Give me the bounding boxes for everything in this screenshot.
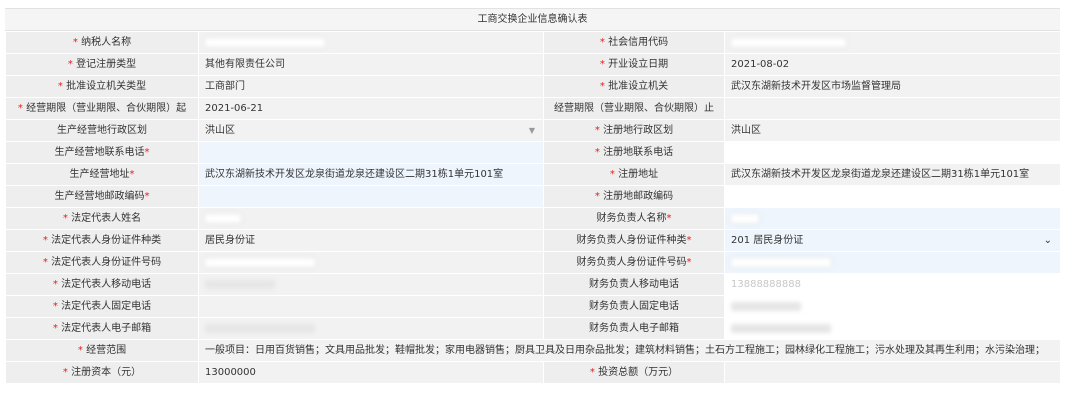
label-finance-head-name: 财务负责人名称* [543, 207, 725, 230]
label-registered-district: * 注册地行政区划 [543, 119, 725, 142]
business-phone-input[interactable] [198, 141, 544, 164]
table-row: 生产经营地址* 武汉东湖新技术开发区龙泉街道龙泉还建设区二期31栋1单元101室… [5, 163, 1061, 186]
table-row: * 登记注册类型 其他有限责任公司 * 开业设立日期 2021-08-02 [5, 53, 1061, 76]
form-frame: 工商交换企业信息确认表 * 纳税人名称 * 社会信用代码 * 登记注册类型 其他… [0, 0, 1080, 407]
label-taxpayer-name: * 纳税人名称 [5, 31, 199, 54]
label-business-postcode: 生产经营地邮政编码* [5, 185, 199, 208]
table-row: * 经营范围 一般项目：日用百货销售；文具用品批发；鞋帽批发；家用电器销售；厨具… [5, 339, 1061, 362]
registered-postcode-input[interactable] [724, 185, 1061, 208]
value-legal-rep-id-number [198, 251, 544, 274]
label-opening-date: * 开业设立日期 [543, 53, 725, 76]
label-business-address: 生产经营地址* [5, 163, 199, 186]
redacted-value [205, 257, 315, 267]
table-row: 生产经营地邮政编码* * 注册地邮政编码 [5, 185, 1061, 208]
value-opening-date: 2021-08-02 [724, 53, 1061, 76]
redacted-value [731, 37, 846, 47]
value-legal-rep-name [198, 207, 544, 230]
value-term-end [724, 97, 1061, 120]
caret-down-icon: ▼ [528, 126, 535, 135]
redacted-value [731, 257, 831, 267]
enterprise-info-table: * 纳税人名称 * 社会信用代码 * 登记注册类型 其他有限责任公司 * 开业设… [5, 31, 1061, 384]
finance-head-id-number-input[interactable] [724, 251, 1061, 274]
value-term-start: 2021-06-21 [198, 97, 544, 120]
label-business-district: 生产经营地行政区划 [5, 119, 199, 142]
value-legal-rep-landline [198, 295, 544, 318]
value-legal-rep-email [198, 317, 544, 340]
redacted-value [731, 323, 831, 333]
label-finance-head-landline: 财务负责人固定电话 [543, 295, 725, 318]
label-legal-rep-id-type: * 法定代表人身份证件种类 [5, 229, 199, 252]
label-legal-rep-name: * 法定代表人姓名 [5, 207, 199, 230]
label-finance-head-id-type: 财务负责人身份证件种类* [543, 229, 725, 252]
label-legal-rep-mobile: * 法定代表人移动电话 [5, 273, 199, 296]
label-legal-rep-id-number: * 法定代表人身份证件号码 [5, 251, 199, 274]
finance-head-email-input[interactable] [724, 317, 1061, 340]
value-registered-address: 武汉东湖新技术开发区龙泉街道龙泉还建设区二期31栋1单元101室 [724, 163, 1061, 186]
label-term-end: 经营期限（营业期限、合伙期限）止 [543, 97, 725, 120]
table-row: 生产经营地行政区划 洪山区 ▼ * 注册地行政区划 洪山区 [5, 119, 1061, 142]
redacted-value [731, 213, 759, 223]
table-row: * 注册资本（元） 13000000 * 投资总额（万元） [5, 361, 1061, 384]
value-registration-type: 其他有限责任公司 [198, 53, 544, 76]
table-row: * 法定代表人电子邮箱 财务负责人电子邮箱 [5, 317, 1061, 340]
table-row: * 法定代表人移动电话 财务负责人移动电话 13888888888 [5, 273, 1061, 296]
label-registration-type: * 登记注册类型 [5, 53, 199, 76]
value-credit-code [724, 31, 1061, 54]
label-business-phone: 生产经营地联系电话* [5, 141, 199, 164]
business-postcode-input[interactable] [198, 185, 544, 208]
label-registered-address: * 注册地址 [543, 163, 725, 186]
redacted-value [205, 37, 325, 47]
value-approval-authority: 武汉东湖新技术开发区市场监督管理局 [724, 75, 1061, 98]
table-row: * 法定代表人身份证件种类 居民身份证 财务负责人身份证件种类* 201 居民身… [5, 229, 1061, 252]
table-row: * 经营期限（营业期限、合伙期限）起 2021-06-21 经营期限（营业期限、… [5, 97, 1061, 120]
redacted-value [205, 213, 241, 223]
business-district-select[interactable]: 洪山区 ▼ [198, 119, 544, 142]
label-term-start: * 经营期限（营业期限、合伙期限）起 [5, 97, 199, 120]
finance-head-mobile-input[interactable]: 13888888888 [724, 273, 1061, 296]
form-title: 工商交换企业信息确认表 [5, 8, 1060, 31]
table-row: * 批准设立机关类型 工商部门 * 批准设立机关 武汉东湖新技术开发区市场监督管… [5, 75, 1061, 98]
finance-head-name-input[interactable] [724, 207, 1061, 230]
label-approval-authority-type: * 批准设立机关类型 [5, 75, 199, 98]
label-registered-capital: * 注册资本（元） [5, 361, 199, 384]
label-finance-head-mobile: 财务负责人移动电话 [543, 273, 725, 296]
value-approval-authority-type: 工商部门 [198, 75, 544, 98]
label-registered-phone: * 注册地联系电话 [543, 141, 725, 164]
registered-phone-input[interactable] [724, 141, 1061, 164]
label-finance-head-id-number: 财务负责人身份证件号码* [543, 251, 725, 274]
label-finance-head-email: 财务负责人电子邮箱 [543, 317, 725, 340]
label-business-scope: * 经营范围 [5, 339, 199, 362]
table-row: * 法定代表人身份证件号码 财务负责人身份证件号码* [5, 251, 1061, 274]
label-legal-rep-landline: * 法定代表人固定电话 [5, 295, 199, 318]
business-address-input[interactable]: 武汉东湖新技术开发区龙泉街道龙泉还建设区二期31栋1单元101室 [198, 163, 544, 186]
page-scrollbar[interactable] [1066, 0, 1080, 407]
value-registered-district: 洪山区 [724, 119, 1061, 142]
label-total-investment: * 投资总额（万元） [543, 361, 725, 384]
redacted-value [205, 323, 315, 333]
label-registered-postcode: * 注册地邮政编码 [543, 185, 725, 208]
table-row: * 法定代表人固定电话 财务负责人固定电话 [5, 295, 1061, 318]
value-business-scope: 一般项目：日用百货销售；文具用品批发；鞋帽批发；家用电器销售；厨具卫具及日用杂品… [198, 339, 1061, 362]
value-registered-capital: 13000000 [198, 361, 544, 384]
redacted-value [205, 279, 275, 289]
chevron-down-icon: ⌄ [1043, 235, 1052, 246]
value-taxpayer-name [198, 31, 544, 54]
finance-head-id-type-select[interactable]: 201 居民身份证 ⌄ [724, 229, 1061, 252]
value-legal-rep-id-type: 居民身份证 [198, 229, 544, 252]
table-row: * 法定代表人姓名 财务负责人名称* [5, 207, 1061, 230]
label-credit-code: * 社会信用代码 [543, 31, 725, 54]
value-legal-rep-mobile [198, 273, 544, 296]
finance-head-landline-input[interactable] [724, 295, 1061, 318]
redacted-value [731, 301, 801, 311]
label-legal-rep-email: * 法定代表人电子邮箱 [5, 317, 199, 340]
table-row: 生产经营地联系电话* * 注册地联系电话 [5, 141, 1061, 164]
label-approval-authority: * 批准设立机关 [543, 75, 725, 98]
table-row: * 纳税人名称 * 社会信用代码 [5, 31, 1061, 54]
value-total-investment [724, 361, 1061, 384]
